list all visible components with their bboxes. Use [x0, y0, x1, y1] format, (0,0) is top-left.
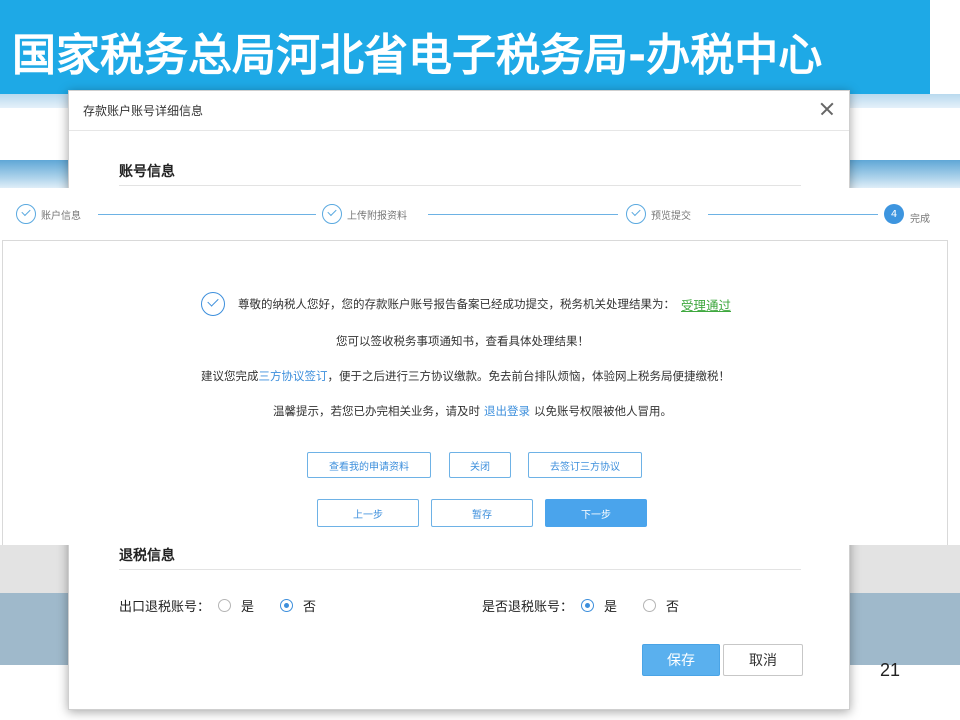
export-refund-radio-group: 出口退税账号： 是 否 [119, 596, 342, 615]
save-draft-button[interactable]: 暂存 [431, 499, 533, 527]
export-refund-label: 出口退税账号： [119, 600, 211, 615]
save-button[interactable]: 保存 [642, 644, 720, 676]
agreement-suggestion: 建议您完成三方协议签订，便于之后进行三方协议缴款。免去前台排队烦恼，体验网上税务… [201, 368, 730, 384]
section-title-account: 账号信息 [119, 164, 175, 180]
sign-agreement-button[interactable]: 去签订三方协议 [528, 452, 642, 478]
dialog-title: 存款账户账号详细信息 [83, 104, 204, 118]
background-strip [0, 160, 70, 188]
divider [119, 569, 801, 570]
radio-label-yes: 是 [241, 600, 255, 615]
radio-label-no: 否 [666, 600, 680, 615]
step-preview-submit: 预览提交 [626, 204, 691, 224]
result-status: 受理通过 [681, 297, 732, 313]
tip-prefix: 温馨提示，若您已办完相关业务，请及时 [273, 404, 480, 418]
step-connector [98, 214, 316, 215]
check-icon [322, 204, 342, 224]
export-refund-yes-radio[interactable] [218, 599, 232, 612]
step-label: 完成 [910, 213, 930, 225]
suggestion-suffix: ，便于之后进行三方协议缴款。免去前台排队烦恼，体验网上税务局便捷缴税！ [327, 369, 731, 383]
notice-message: 您可以签收税务事项通知书，查看具体处理结果！ [336, 334, 589, 348]
export-refund-no-radio[interactable] [280, 599, 294, 612]
background-strip [850, 160, 960, 188]
page-number: 21 [880, 660, 901, 680]
step-connector [428, 214, 618, 215]
next-step-button[interactable]: 下一步 [545, 499, 647, 527]
sign-agreement-link[interactable]: 三方协议签订 [259, 369, 328, 383]
tip-suffix: 以免账号权限被他人冒用。 [534, 404, 672, 418]
section-title-refund: 退税信息 [119, 548, 175, 564]
view-application-button[interactable]: 查看我的申请资料 [307, 452, 431, 478]
title-banner: 国家税务总局河北省电子税务局-办税中心 [0, 0, 930, 94]
step-upload-attachments: 上传附报资料 [322, 204, 407, 224]
success-check-icon [201, 292, 225, 316]
step-progress-bar: 账户信息 上传附报资料 预览提交 4 完成 [0, 188, 960, 240]
cancel-button[interactable]: 取消 [723, 644, 803, 676]
success-message: 尊敬的纳税人您好，您的存款账户账号报告备案已经成功提交，税务机关处理结果为： [238, 297, 675, 311]
success-message-row: 尊敬的纳税人您好，您的存款账户账号报告备案已经成功提交，税务机关处理结果为： 受… [201, 292, 731, 316]
result-panel: 尊敬的纳税人您好，您的存款账户账号报告备案已经成功提交，税务机关处理结果为： 受… [2, 240, 948, 545]
background-strip [0, 545, 70, 665]
step-number-badge: 4 [884, 204, 904, 224]
refund-account-radio-group: 是否退税账号： 是 否 [482, 596, 705, 615]
divider [119, 185, 801, 186]
close-button[interactable]: 关闭 [449, 452, 511, 478]
step-complete: 4 完成 [884, 204, 930, 225]
slide-title: 国家税务总局河北省电子税务局-办税中心 [12, 30, 823, 81]
radio-label-yes: 是 [604, 600, 618, 615]
background-strip [850, 545, 960, 665]
step-connector [708, 214, 878, 215]
step-label: 账户信息 [41, 210, 81, 222]
suggestion-prefix: 建议您完成 [201, 369, 259, 383]
step-label: 上传附报资料 [347, 210, 407, 222]
prev-step-button[interactable]: 上一步 [317, 499, 419, 527]
radio-label-no: 否 [303, 600, 317, 615]
check-icon [16, 204, 36, 224]
check-icon [626, 204, 646, 224]
dialog-header: 存款账户账号详细信息 [69, 91, 849, 131]
close-icon[interactable] [817, 99, 837, 119]
step-account-info: 账户信息 [16, 204, 81, 224]
refund-account-label: 是否退税账号： [482, 600, 574, 615]
refund-account-yes-radio[interactable] [581, 599, 595, 612]
step-label: 预览提交 [651, 210, 691, 222]
logout-tip: 温馨提示，若您已办完相关业务，请及时 退出登录 以免账号权限被他人冒用。 [273, 403, 672, 419]
logout-link[interactable]: 退出登录 [484, 404, 530, 418]
refund-account-no-radio[interactable] [643, 599, 657, 612]
